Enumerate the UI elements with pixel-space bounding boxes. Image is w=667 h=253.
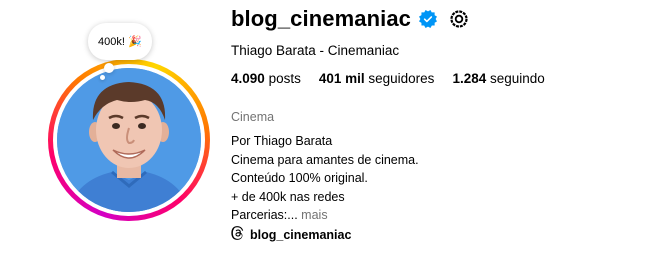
bio-line: + de 400k nas redes bbox=[231, 189, 345, 204]
following-link[interactable]: 1.284 seguindo bbox=[452, 71, 544, 86]
threads-handle: blog_cinemaniac bbox=[250, 227, 352, 242]
followers-link[interactable]: 401 mil seguidores bbox=[319, 71, 435, 86]
profile-note-text: 400k! 🎉 bbox=[98, 36, 142, 48]
profile-category: Cinema bbox=[231, 110, 275, 124]
bio-line-last: Parcerias:... mais bbox=[231, 206, 419, 225]
avatar-portrait bbox=[57, 68, 201, 212]
threads-icon[interactable] bbox=[448, 8, 470, 30]
profile-bio: Por Thiago Barata Cinema para amantes de… bbox=[231, 132, 419, 225]
profile-avatar[interactable] bbox=[48, 59, 210, 221]
verified-badge-icon bbox=[419, 10, 438, 28]
posts-count-value: 4.090 bbox=[231, 71, 265, 86]
bio-line-text: Parcerias:... bbox=[231, 208, 298, 222]
note-bubble-tail bbox=[104, 63, 114, 73]
threads-icon bbox=[231, 226, 245, 243]
threads-profile-link[interactable]: blog_cinemaniac bbox=[231, 226, 351, 243]
posts-count-label: posts bbox=[268, 71, 301, 86]
posts-count[interactable]: 4.090 posts bbox=[231, 71, 301, 86]
profile-full-name: Thiago Barata - Cinemaniac bbox=[231, 43, 400, 58]
note-bubble-tail-small bbox=[100, 75, 105, 80]
following-count-value: 1.284 bbox=[452, 71, 487, 86]
bio-more-link[interactable]: mais bbox=[301, 208, 327, 222]
username-row: blog_cinemaniac bbox=[231, 4, 470, 34]
bio-line: Cinema para amantes de cinema. bbox=[231, 152, 419, 167]
followers-count-value: 401 mil bbox=[318, 71, 365, 86]
profile-username: blog_cinemaniac bbox=[231, 6, 412, 31]
profile-stats: 4.090 posts 401 mil seguidores 1.284 seg… bbox=[231, 71, 545, 86]
avatar-photo bbox=[57, 68, 201, 212]
bio-line: Por Thiago Barata bbox=[231, 134, 333, 148]
profile-note-bubble[interactable]: 400k! 🎉 bbox=[88, 23, 152, 60]
followers-count-label: seguidores bbox=[368, 71, 435, 86]
bio-line: Conteúdo 100% original. bbox=[231, 171, 368, 185]
following-count-label: seguindo bbox=[490, 71, 545, 86]
